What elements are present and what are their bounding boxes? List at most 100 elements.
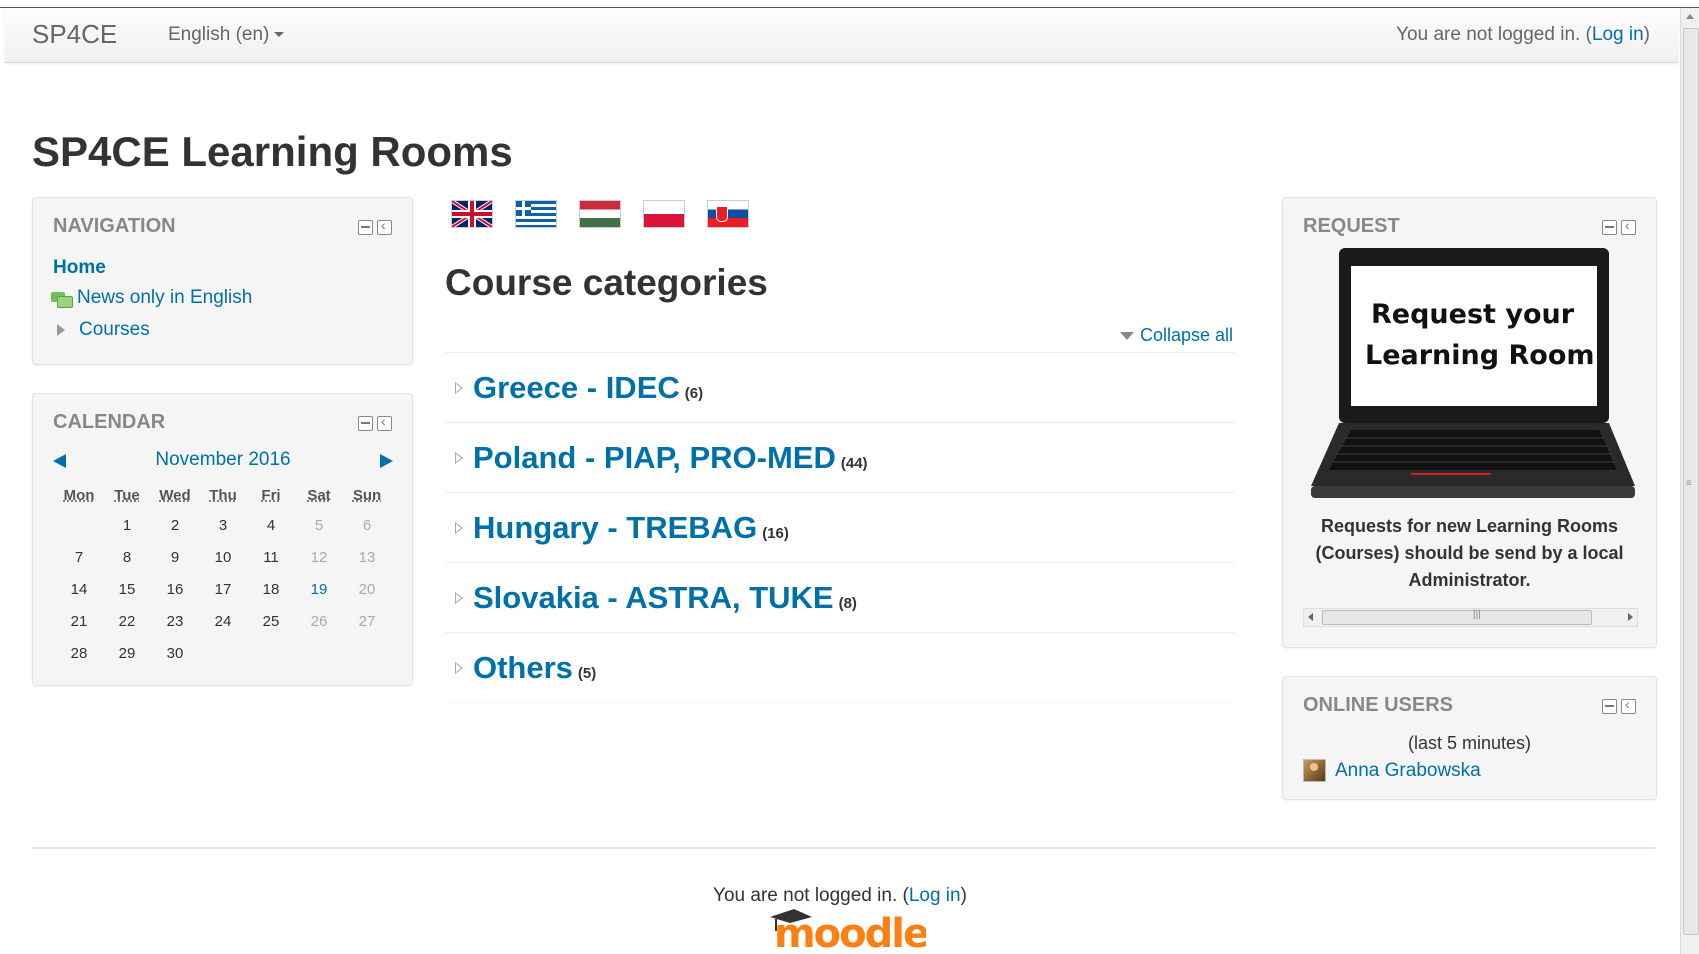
- calendar-day[interactable]: 5: [295, 509, 343, 541]
- dock-block-icon[interactable]: [1621, 696, 1636, 714]
- calendar-day[interactable]: 17: [199, 573, 247, 605]
- calendar-day[interactable]: 2: [151, 509, 199, 541]
- nav-home-link[interactable]: Home: [53, 257, 106, 279]
- online-user-item[interactable]: Anna Grabowska: [1303, 759, 1481, 782]
- slovakia-flag-icon[interactable]: [707, 200, 749, 228]
- nav-courses-link[interactable]: Courses: [79, 319, 150, 341]
- vertical-scrollbar[interactable]: ≡: [1680, 8, 1699, 954]
- hungary-flag-icon[interactable]: [579, 200, 621, 228]
- calendar-day[interactable]: 30: [151, 637, 199, 669]
- category-item[interactable]: Slovakia - ASTRA, TUKE (8): [445, 562, 1235, 632]
- minimize-block-icon[interactable]: [358, 220, 373, 235]
- expand-category-icon[interactable]: [455, 451, 463, 464]
- calendar-day[interactable]: 1: [103, 509, 151, 541]
- collapse-all-button[interactable]: Collapse all: [1120, 325, 1233, 346]
- calendar-weekday: Fri: [261, 486, 281, 504]
- request-block-title: REQUEST: [1303, 215, 1400, 237]
- scroll-right-icon[interactable]: [1628, 613, 1633, 621]
- calendar-day[interactable]: 10: [199, 541, 247, 573]
- expand-category-icon[interactable]: [455, 521, 463, 534]
- expand-category-icon[interactable]: [455, 661, 463, 674]
- calendar-day: [295, 637, 343, 669]
- calendar-day[interactable]: 28: [55, 637, 103, 669]
- category-item[interactable]: Poland - PIAP, PRO-MED (44): [445, 422, 1235, 492]
- calendar-day[interactable]: 3: [199, 509, 247, 541]
- category-name-link[interactable]: Hungary - TREBAG: [473, 510, 757, 546]
- calendar-day[interactable]: 7: [55, 541, 103, 573]
- calendar-day[interactable]: 11: [247, 541, 295, 573]
- collapse-all-link[interactable]: Collapse all: [1140, 325, 1233, 346]
- category-item[interactable]: Hungary - TREBAG (16): [445, 492, 1235, 562]
- block-controls: [1602, 696, 1636, 714]
- caret-down-icon: [274, 32, 285, 38]
- language-menu[interactable]: English (en): [168, 24, 285, 46]
- calendar-day[interactable]: 15: [103, 573, 151, 605]
- collapse-arrow-icon: [1120, 331, 1134, 340]
- laptop-request-image[interactable]: Request your Learning Room: [1311, 248, 1635, 498]
- calendar-day[interactable]: 6: [343, 509, 391, 541]
- calendar-day[interactable]: 20: [343, 573, 391, 605]
- calendar-day[interactable]: 16: [151, 573, 199, 605]
- login-link[interactable]: Log in: [1592, 24, 1644, 45]
- category-item[interactable]: Greece - IDEC (6): [445, 352, 1235, 422]
- calendar-month-link[interactable]: November 2016: [53, 449, 393, 471]
- calendar-day[interactable]: 8: [103, 541, 151, 573]
- calendar-day[interactable]: 29: [103, 637, 151, 669]
- calendar-day[interactable]: 26: [295, 605, 343, 637]
- calendar-block-title: CALENDAR: [53, 411, 166, 433]
- block-controls: [358, 217, 392, 235]
- calendar-day[interactable]: 27: [343, 605, 391, 637]
- category-name-link[interactable]: Slovakia - ASTRA, TUKE: [473, 580, 834, 616]
- minimize-block-icon[interactable]: [358, 416, 373, 431]
- navigation-block: NAVIGATION Home News only in English Cou…: [32, 197, 413, 365]
- calendar-day[interactable]: 21: [55, 605, 103, 637]
- category-item[interactable]: Others (5): [445, 632, 1235, 702]
- category-list: Greece - IDEC (6) Poland - PIAP, PRO-MED (4…: [445, 352, 1235, 702]
- minimize-block-icon[interactable]: [1602, 220, 1617, 235]
- nav-news-link[interactable]: News only in English: [77, 287, 252, 309]
- calendar-day[interactable]: 4: [247, 509, 295, 541]
- calendar-day[interactable]: 19: [295, 573, 343, 605]
- dock-block-icon[interactable]: [377, 217, 392, 235]
- request-description: Requests for new Learning Rooms (Courses…: [1315, 516, 1624, 590]
- calendar-day[interactable]: 23: [151, 605, 199, 637]
- calendar-day[interactable]: 13: [343, 541, 391, 573]
- horizontal-scrollbar[interactable]: |||: [1303, 608, 1638, 627]
- expand-category-icon[interactable]: [455, 591, 463, 604]
- user-avatar[interactable]: [1303, 759, 1326, 782]
- dock-block-icon[interactable]: [377, 413, 392, 431]
- category-course-count: (6): [684, 385, 704, 402]
- category-course-count: (8): [838, 595, 857, 612]
- category-name-link[interactable]: Poland - PIAP, PRO-MED: [473, 440, 836, 476]
- calendar-day[interactable]: 18: [247, 573, 295, 605]
- scroll-left-icon[interactable]: [1308, 613, 1313, 621]
- calendar-day[interactable]: 25: [247, 605, 295, 637]
- calendar-day[interactable]: 24: [199, 605, 247, 637]
- nav-news-item[interactable]: News only in English: [51, 287, 252, 309]
- calendar-day[interactable]: 22: [103, 605, 151, 637]
- category-name-link[interactable]: Others: [473, 650, 573, 686]
- calendar-week: 123456: [55, 509, 391, 541]
- scroll-up-icon[interactable]: [1686, 14, 1694, 19]
- calendar-week: 14 15 16 17 18 19 20: [55, 573, 391, 605]
- dock-block-icon[interactable]: [1621, 217, 1636, 235]
- online-user-link[interactable]: Anna Grabowska: [1335, 760, 1481, 782]
- expand-category-icon[interactable]: [455, 381, 463, 394]
- site-brand[interactable]: SP4CE: [32, 19, 117, 50]
- laptop-line-1: Request your: [1371, 299, 1575, 330]
- expand-arrow-icon[interactable]: [57, 324, 65, 336]
- minimize-block-icon[interactable]: [1602, 699, 1617, 714]
- greece-flag-icon[interactable]: [515, 200, 557, 228]
- horizontal-scroll-thumb[interactable]: |||: [1322, 609, 1592, 625]
- category-name-link[interactable]: Greece - IDEC: [473, 370, 680, 406]
- moodle-logo[interactable]: moodle: [766, 903, 926, 953]
- poland-flag-icon[interactable]: [643, 200, 685, 228]
- calendar-day[interactable]: 12: [295, 541, 343, 573]
- uk-flag-icon[interactable]: [451, 200, 493, 228]
- nav-courses-item[interactable]: Courses: [57, 319, 150, 341]
- calendar-day[interactable]: 9: [151, 541, 199, 573]
- calendar-day[interactable]: 14: [55, 573, 103, 605]
- calendar-weekday: Tue: [114, 486, 140, 504]
- next-month-icon[interactable]: [380, 454, 393, 468]
- calendar-week: 28 29 30: [55, 637, 391, 669]
